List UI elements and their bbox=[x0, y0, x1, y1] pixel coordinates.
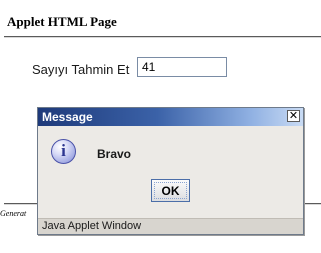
guess-input[interactable] bbox=[137, 57, 227, 77]
generated-text: Generat bbox=[0, 209, 27, 218]
applet-status-bar: Java Applet Window bbox=[38, 218, 303, 234]
dialog-title: Message bbox=[42, 110, 93, 124]
status-text: Java Applet Window bbox=[42, 220, 142, 232]
top-divider bbox=[4, 36, 321, 38]
dialog-titlebar[interactable]: Message ✕ bbox=[38, 108, 303, 126]
close-button[interactable]: ✕ bbox=[287, 110, 300, 122]
info-icon: i bbox=[51, 139, 76, 164]
page-title: Applet HTML Page bbox=[7, 14, 117, 29]
info-icon-glyph: i bbox=[61, 141, 66, 160]
ok-button[interactable]: OK bbox=[151, 179, 190, 202]
guess-label: Sayıyı Tahmin Et bbox=[32, 62, 130, 77]
close-icon: ✕ bbox=[288, 109, 299, 122]
ok-button-label: OK bbox=[161, 184, 180, 198]
message-text: Bravo bbox=[97, 147, 132, 161]
message-dialog: Message ✕ i Bravo OK Java Applet Window bbox=[37, 107, 304, 235]
